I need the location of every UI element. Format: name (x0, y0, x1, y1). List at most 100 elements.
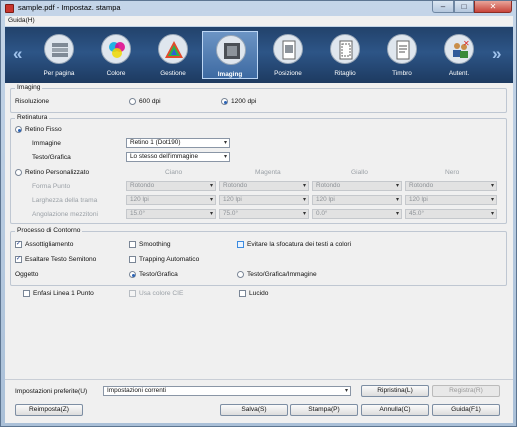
angolazione-nero[interactable]: 45.0° (405, 209, 497, 219)
contorno-group-title: Processo di Contorno (15, 227, 83, 234)
annulla-button[interactable]: Annulla(C) (361, 404, 429, 416)
checkbox-enfasi-linea[interactable] (23, 290, 30, 297)
immagine-select[interactable]: Retino 1 (Dot190) (126, 138, 230, 148)
dialog-client: « » Per pagina Colore Gestione Imaging P… (5, 27, 513, 423)
assottigliamento-label: Assottigliamento (25, 241, 74, 248)
salva-button[interactable]: Salva(S) (220, 404, 288, 416)
checkbox-usa-colore-cie[interactable] (129, 290, 136, 297)
angolazione-giallo[interactable]: 0.0° (312, 209, 402, 219)
radio-testo-grafica-immagine[interactable] (237, 271, 244, 278)
smoothing-label: Smoothing (139, 241, 171, 248)
imaging-group-title: Imaging (15, 84, 43, 91)
forma-punto-magenta[interactable]: Rotondo (219, 181, 309, 191)
checkbox-evitare-sfocatura[interactable] (237, 241, 244, 248)
col-nero: Nero (445, 169, 460, 176)
tab-label: Gestione (160, 70, 186, 77)
radio-testo-grafica-label: Testo/Grafica (139, 271, 178, 278)
minimize-button[interactable]: – (432, 1, 454, 13)
impostazioni-preferite-select[interactable]: Impostazioni correnti (103, 386, 351, 396)
svg-text:✕: ✕ (463, 39, 470, 48)
oggetto-label: Oggetto (15, 271, 39, 278)
retinatura-group-title: Retinatura (15, 114, 50, 121)
tab-imaging[interactable]: Imaging (202, 31, 258, 79)
pages-stack-icon (44, 34, 74, 64)
radio-testo-grafica[interactable] (129, 271, 136, 278)
angolazione-label: Angolazione mezzitoni (32, 211, 98, 218)
tab-label: Per pagina (43, 70, 75, 77)
radio-retino-personalizzato[interactable] (15, 169, 22, 176)
tab-posizione[interactable]: Posizione (260, 31, 316, 79)
scroll-left-icon[interactable]: « (13, 44, 22, 64)
radio-retino-personalizzato-label: Retino Personalizzato (25, 169, 90, 176)
evitare-sfocatura-label: Evitare la sfocatura dei testi a colori (247, 241, 352, 248)
larghezza-ciano[interactable]: 120 lpi (126, 195, 216, 205)
radio-retino-fisso-label: Retino Fisso (25, 126, 62, 133)
larghezza-magenta[interactable]: 120 lpi (219, 195, 309, 205)
registra-button[interactable]: Registra(R) (432, 385, 500, 397)
tab-label: Timbro (392, 70, 412, 77)
tab-label: Ritaglio (334, 70, 356, 77)
checkbox-assottigliamento[interactable]: ✓ (15, 241, 22, 248)
pdf-icon (5, 4, 14, 13)
checkbox-smoothing[interactable] (129, 241, 136, 248)
tab-gestione[interactable]: Gestione (145, 31, 201, 79)
tab-autent[interactable]: ✕ Autent. (431, 31, 487, 79)
impostazioni-preferite-label: Impostazioni preferite(U) (15, 388, 88, 395)
larghezza-giallo[interactable]: 120 lpi (312, 195, 402, 205)
radio-testo-grafica-immagine-label: Testo/Grafica/Immagine (247, 271, 317, 278)
radio-600dpi[interactable] (129, 98, 136, 105)
tab-ritaglio[interactable]: Ritaglio (317, 31, 373, 79)
forma-punto-giallo[interactable]: Rotondo (312, 181, 402, 191)
window-title: sample.pdf - Impostaz. stampa (18, 3, 121, 12)
tab-label: Posizione (274, 70, 302, 77)
risoluzione-label: Risoluzione (15, 98, 50, 105)
imaging-icon (216, 35, 246, 65)
reimposta-button[interactable]: Reimposta(Z) (15, 404, 83, 416)
tab-label: Autent. (448, 70, 470, 77)
testo-grafica-label: Testo/Grafica (32, 154, 71, 161)
radio-1200dpi[interactable] (221, 98, 228, 105)
stampa-button[interactable]: Stampa(P) (290, 404, 358, 416)
tab-label: Colore (106, 70, 126, 77)
checkbox-lucido[interactable] (239, 290, 246, 297)
bottom-separator (5, 379, 513, 380)
color-circles-icon (101, 34, 131, 64)
tab-label: Imaging (217, 71, 243, 78)
print-settings-window: sample.pdf - Impostaz. stampa – □ ✕ Guid… (0, 0, 517, 427)
col-magenta: Magenta (255, 169, 281, 176)
forma-punto-ciano[interactable]: Rotondo (126, 181, 216, 191)
menu-guida[interactable]: Guida(H) (8, 17, 35, 24)
title-bar: sample.pdf - Impostaz. stampa – □ ✕ (1, 1, 516, 15)
users-auth-icon: ✕ (444, 34, 474, 64)
tab-colore[interactable]: Colore (88, 31, 144, 79)
col-giallo: Giallo (351, 169, 368, 176)
guida-button[interactable]: Guida(F1) (432, 404, 500, 416)
tab-timbro[interactable]: Timbro (374, 31, 430, 79)
radio-1200dpi-label: 1200 dpi (231, 98, 257, 105)
radio-600dpi-label: 600 dpi (139, 98, 161, 105)
immagine-label: Immagine (32, 140, 61, 147)
scroll-right-icon[interactable]: » (492, 44, 501, 64)
forma-punto-label: Forma Punto (32, 183, 71, 190)
enfasi-linea-label: Enfasi Linea 1 Punto (33, 290, 94, 297)
angolazione-ciano[interactable]: 15.0° (126, 209, 216, 219)
color-management-icon (158, 34, 188, 64)
esaltare-testo-label: Esaltare Testo Semitono (25, 256, 97, 263)
menu-bar: Guida(H) (5, 16, 513, 26)
close-button[interactable]: ✕ (474, 1, 512, 13)
larghezza-nero[interactable]: 120 lpi (405, 195, 497, 205)
checkbox-esaltare-testo[interactable]: ✓ (15, 256, 22, 263)
position-icon (273, 34, 303, 64)
forma-punto-nero[interactable]: Rotondo (405, 181, 497, 191)
ripristina-button[interactable]: Ripristina(L) (361, 385, 429, 397)
col-ciano: Ciano (165, 169, 183, 176)
maximize-button[interactable]: □ (454, 1, 474, 13)
tab-per-pagina[interactable]: Per pagina (31, 31, 87, 79)
lucido-label: Lucido (249, 290, 269, 297)
stamp-icon (387, 34, 417, 64)
angolazione-magenta[interactable]: 75.0° (219, 209, 309, 219)
radio-retino-fisso[interactable] (15, 126, 22, 133)
checkbox-trapping[interactable] (129, 256, 136, 263)
usa-colore-cie-label: Usa colore CIE (139, 290, 184, 297)
testo-grafica-select[interactable]: Lo stesso dell'immagine (126, 152, 230, 162)
